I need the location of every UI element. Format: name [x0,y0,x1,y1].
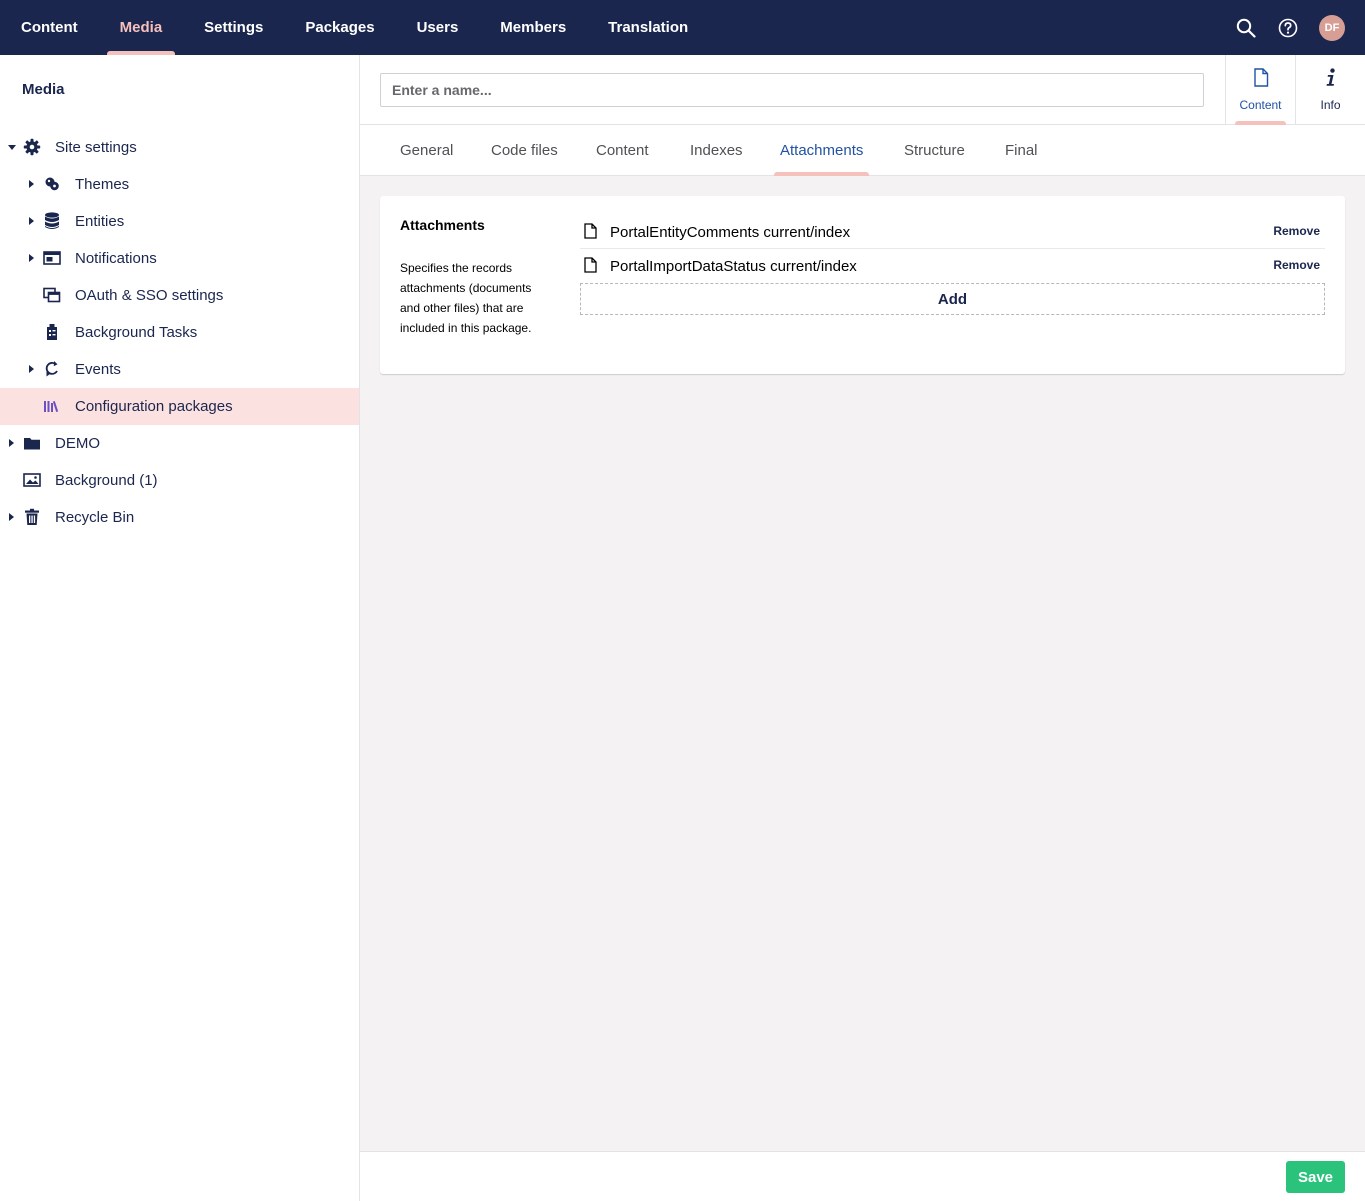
caret-right-icon[interactable] [29,180,34,188]
attachment-name: PortalImportDataStatus current/index [610,258,857,275]
help-icon[interactable] [1277,17,1299,39]
tree-item-oauth-sso[interactable]: OAuth & SSO settings [0,277,359,314]
caret-right-icon[interactable] [9,439,14,447]
trash-icon [23,508,41,526]
windows-stack-icon [43,286,61,304]
caret-right-icon[interactable] [9,513,14,521]
section-packages[interactable]: Packages [284,0,395,55]
tree-item-notifications[interactable]: Notifications [0,240,359,277]
tree-item-recycle-bin[interactable]: Recycle Bin [0,499,359,536]
editor: Content Info General Code files Content … [360,55,1365,1201]
app-info-button[interactable]: Info [1295,55,1365,125]
tree-item-label: Themes [75,176,130,193]
editor-footer: Save [360,1151,1365,1201]
tree-item-label: Background Tasks [75,324,198,341]
property-label: Attachments [400,217,485,233]
section-nav: Content Media Settings Packages Users Me… [0,0,709,55]
library-icon [43,397,61,415]
tab-content[interactable]: Content [596,125,649,176]
tab-indexes[interactable]: Indexes [690,125,743,176]
image-icon [23,471,41,489]
search-icon[interactable] [1235,17,1257,39]
attachment-name: PortalEntityComments current/index [610,224,851,241]
name-input[interactable] [380,73,1204,107]
refresh-icon [43,360,61,378]
tab-code-files[interactable]: Code files [491,125,558,176]
tab-structure[interactable]: Structure [904,125,965,176]
tree-item-themes[interactable]: Themes [0,166,359,203]
caret-right-icon[interactable] [29,217,34,225]
document-icon [584,257,597,273]
document-icon [1253,68,1269,92]
document-icon [584,223,597,239]
top-navigation-bar: Content Media Settings Packages Users Me… [0,0,1365,55]
database-icon [43,212,61,230]
attachments-list: PortalEntityComments current/index Remov… [580,215,1325,283]
section-content[interactable]: Content [0,0,99,55]
gear-icon [23,138,41,156]
editor-tabs: General Code files Content Indexes Attac… [360,125,1365,176]
tasks-icon [43,323,61,341]
caret-right-icon[interactable] [29,254,34,262]
sidebar: Media Site settings Themes Entities Noti… [0,55,360,1201]
tree-item-configuration-packages[interactable]: Configuration packages [0,388,359,425]
tree-item-label: Configuration packages [75,398,233,415]
remove-button[interactable]: Remove [1273,258,1320,272]
section-users[interactable]: Users [396,0,480,55]
property-description: Specifies the records attachments (docum… [400,261,532,335]
app-content-label: Content [1239,98,1282,112]
info-icon [1325,68,1337,92]
app-info-label: Info [1320,98,1341,112]
tab-attachments[interactable]: Attachments [773,125,870,176]
tree-item-label: Recycle Bin [55,509,135,526]
palette-icon [43,175,61,193]
folder-icon [23,434,41,452]
tree-item-background[interactable]: Background (1) [0,462,359,499]
add-attachment-button[interactable]: Add [580,283,1325,315]
media-tree: Site settings Themes Entities Notificati… [0,129,359,536]
tree-item-site-settings[interactable]: Site settings [0,129,359,166]
tree-item-events[interactable]: Events [0,351,359,388]
user-avatar[interactable]: DF [1319,14,1345,41]
tree-item-background-tasks[interactable]: Background Tasks [0,314,359,351]
section-media[interactable]: Media [99,0,184,55]
header-tools: DF [1235,0,1345,55]
list-item: PortalEntityComments current/index Remov… [580,215,1325,249]
remove-button[interactable]: Remove [1273,224,1320,238]
caret-right-icon[interactable] [29,365,34,373]
tree-item-demo[interactable]: DEMO [0,425,359,462]
tree-item-label: Notifications [75,250,157,267]
app-content-button[interactable]: Content [1225,55,1295,125]
section-translation[interactable]: Translation [587,0,709,55]
editor-header: Content Info [360,55,1365,125]
tree-item-label: Background (1) [55,472,158,489]
tree-item-label: Events [75,361,121,378]
tree-item-entities[interactable]: Entities [0,203,359,240]
save-button[interactable]: Save [1286,1161,1345,1193]
window-icon [43,249,61,267]
list-item: PortalImportDataStatus current/index Rem… [580,249,1325,283]
tree-item-label: OAuth & SSO settings [75,287,224,304]
section-members[interactable]: Members [479,0,587,55]
sidebar-title: Media [22,81,65,98]
attachments-property-card: Attachments Specifies the records attach… [380,196,1345,374]
tree-item-label: Entities [75,213,125,230]
tree-item-label: Site settings [55,139,137,156]
caret-down-icon[interactable] [8,145,16,150]
tab-final[interactable]: Final [1005,125,1038,176]
tab-general[interactable]: General [400,125,453,176]
tree-item-label: DEMO [55,435,100,452]
section-settings[interactable]: Settings [183,0,284,55]
